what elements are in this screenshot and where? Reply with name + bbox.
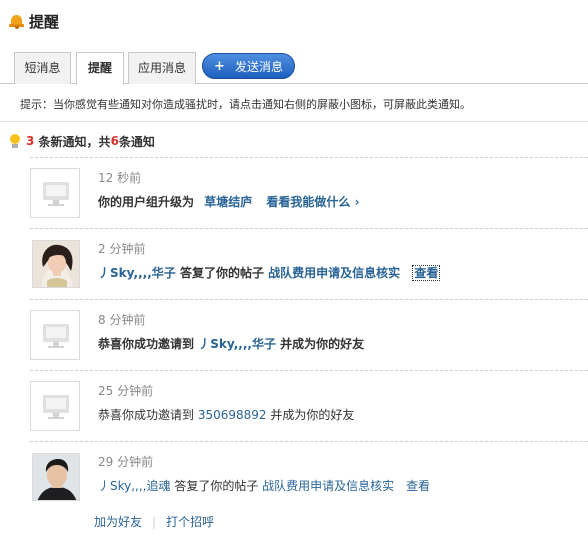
notification-text: 丿Sky,,,,追魂 答复了你的帖子 战队费用申请及信息核实 查看 bbox=[98, 477, 430, 494]
view-link[interactable]: 查看 bbox=[412, 265, 441, 281]
user-link[interactable]: 丿Sky,,,,华子 bbox=[198, 337, 276, 351]
system-monitor-icon bbox=[30, 168, 80, 218]
view-link[interactable]: 查看 bbox=[406, 479, 430, 493]
notification-text: 丿Sky,,,,华子 答复了你的帖子 战队费用申请及信息核实 查看 bbox=[98, 264, 441, 281]
notification-text: 你的用户组升级为 草塘结庐 看看我能做什么 › bbox=[98, 193, 360, 210]
notification-list: 12 秒前 你的用户组升级为 草塘结庐 看看我能做什么 › 2 分钟前 丿Sky… bbox=[30, 157, 588, 512]
message-text-end: 并成为你的好友 bbox=[270, 408, 355, 422]
timestamp: 25 分钟前 bbox=[98, 384, 154, 398]
timestamp: 29 分钟前 bbox=[98, 455, 154, 469]
avatar[interactable] bbox=[32, 240, 80, 288]
what-can-i-do-link[interactable]: 看看我能做什么 › bbox=[266, 195, 359, 209]
list-item: 25 分钟前 恭喜你成功邀请到 350698892 并成为你的好友 bbox=[30, 370, 588, 441]
notification-summary: 3 条新通知，共 6 条通知 bbox=[9, 132, 155, 150]
list-item: 8 分钟前 恭喜你成功邀请到 丿Sky,,,,华子 并成为你的好友 bbox=[30, 299, 588, 370]
user-link[interactable]: 丿Sky,,,,追魂 bbox=[98, 479, 171, 493]
avatar[interactable] bbox=[32, 453, 80, 501]
message-text: 答复了你的帖子 bbox=[179, 266, 264, 280]
page-title: 提醒 bbox=[29, 12, 60, 31]
message-text-end: 并成为你的好友 bbox=[280, 337, 365, 351]
message-text: 答复了你的帖子 bbox=[174, 479, 259, 493]
thread-link[interactable]: 战队费用申请及信息核实 bbox=[262, 479, 394, 493]
message-text: 恭喜你成功邀请到 bbox=[98, 408, 195, 422]
page-header: 提醒 bbox=[9, 10, 59, 32]
greet-link[interactable]: 打个招呼 bbox=[166, 513, 214, 530]
friend-actions: 加为好友 | 打个招呼 bbox=[94, 513, 214, 530]
user-link[interactable]: 350698892 bbox=[198, 408, 267, 422]
hint-text: 提示：当你感觉有些通知对你造成骚扰时，请点击通知右侧的屏蔽小图标，可屏蔽此类通知… bbox=[20, 98, 471, 111]
notification-text: 恭喜你成功邀请到 350698892 并成为你的好友 bbox=[98, 406, 354, 423]
tab-messages[interactable]: 短消息 bbox=[14, 52, 71, 84]
send-message-label: 发送消息 bbox=[234, 59, 283, 74]
new-count: 3 bbox=[26, 134, 35, 148]
tab-app-messages[interactable]: 应用消息 bbox=[128, 52, 196, 84]
plus-icon: + bbox=[214, 58, 225, 74]
timestamp: 2 分钟前 bbox=[98, 242, 146, 256]
user-link[interactable]: 丿Sky,,,,华子 bbox=[98, 266, 176, 280]
new-text: 条新通知，共 bbox=[38, 134, 111, 149]
send-message-button[interactable]: + 发送消息 bbox=[202, 53, 295, 79]
bell-icon bbox=[9, 13, 24, 29]
total-count: 6 bbox=[110, 134, 119, 148]
list-item: 2 分钟前 丿Sky,,,,华子 答复了你的帖子 战队费用申请及信息核实 查看 bbox=[30, 228, 588, 299]
system-monitor-icon bbox=[30, 381, 80, 431]
list-item: 12 秒前 你的用户组升级为 草塘结庐 看看我能做什么 › bbox=[30, 157, 588, 228]
message-text: 恭喜你成功邀请到 bbox=[98, 337, 195, 351]
system-monitor-icon bbox=[30, 310, 80, 360]
divider bbox=[0, 121, 588, 122]
total-text: 条通知 bbox=[118, 134, 155, 149]
lightbulb-icon bbox=[9, 133, 21, 149]
usergroup-link[interactable]: 草塘结庐 bbox=[204, 195, 252, 209]
add-friend-link[interactable]: 加为好友 bbox=[94, 513, 142, 530]
timestamp: 8 分钟前 bbox=[98, 313, 146, 327]
separator: | bbox=[152, 514, 157, 529]
notification-text: 恭喜你成功邀请到 丿Sky,,,,华子 并成为你的好友 bbox=[98, 335, 364, 352]
tab-reminders[interactable]: 提醒 bbox=[76, 52, 124, 85]
message-text: 你的用户组升级为 bbox=[98, 195, 195, 209]
list-item: 29 分钟前 丿Sky,,,,追魂 答复了你的帖子 战队费用申请及信息核实 查看 bbox=[30, 441, 588, 512]
thread-link[interactable]: 战队费用申请及信息核实 bbox=[268, 266, 400, 280]
timestamp: 12 秒前 bbox=[98, 171, 142, 185]
